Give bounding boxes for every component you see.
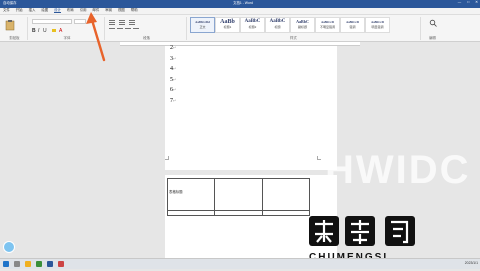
app-icon[interactable] <box>58 261 64 267</box>
search-icon[interactable] <box>14 261 20 267</box>
browser-icon[interactable] <box>36 261 42 267</box>
word-icon[interactable] <box>47 261 53 267</box>
folder-icon[interactable] <box>25 261 31 267</box>
start-icon[interactable] <box>3 261 9 267</box>
assistant-bubble-icon[interactable] <box>3 241 15 253</box>
taskbar-clock: 2023/1/1 <box>464 261 478 265</box>
taskbar: 2023/1/1 <box>0 258 480 269</box>
